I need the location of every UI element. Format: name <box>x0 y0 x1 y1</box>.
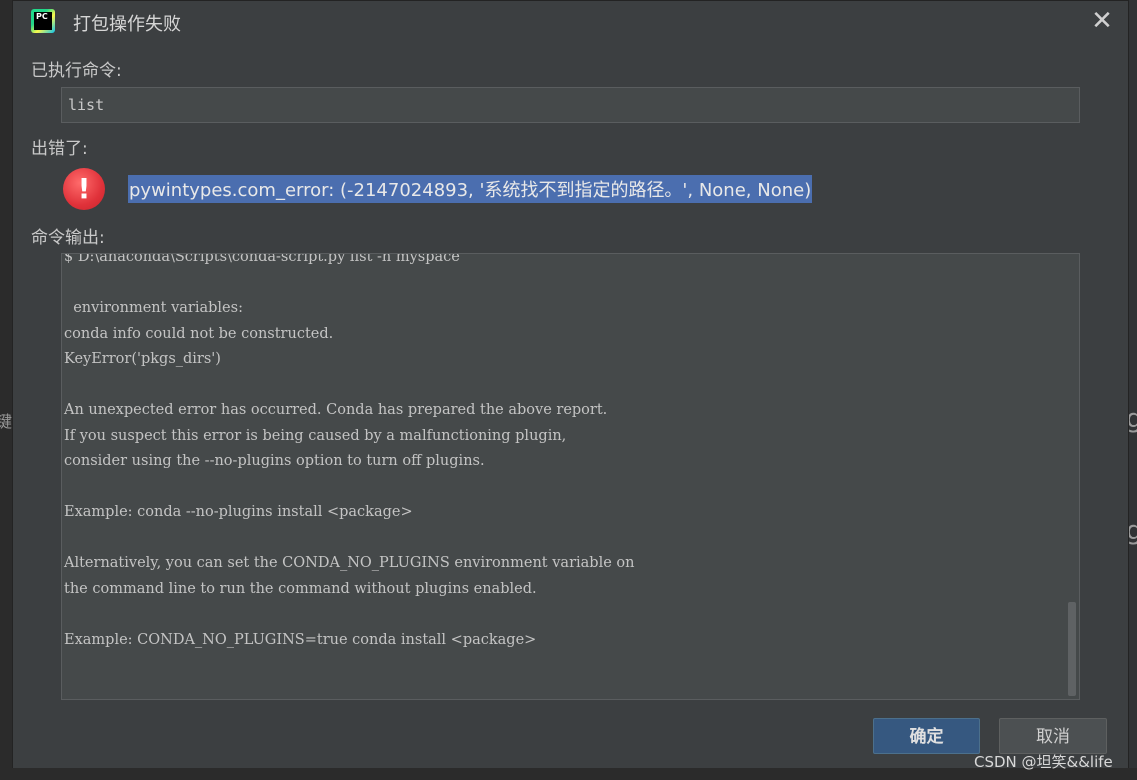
command-output-area[interactable]: $ D:\anaconda\Scripts\conda-script.py li… <box>61 253 1080 700</box>
error-icon: ! <box>63 168 105 210</box>
executed-command-field[interactable]: list <box>61 87 1080 123</box>
output-line: Alternatively, you can set the CONDA_NO_… <box>64 555 635 571</box>
output-scrollbar-thumb[interactable] <box>1068 602 1076 696</box>
cancel-button[interactable]: 取消 <box>999 718 1107 754</box>
error-message[interactable]: pywintypes.com_error: (-2147024893, '系统找… <box>128 175 813 203</box>
output-line: $ D:\anaconda\Scripts\conda-script.py li… <box>64 253 460 265</box>
command-output-label: 命令输出: <box>31 228 105 248</box>
csdn-watermark: CSDN @坦笑&&life <box>974 753 1113 771</box>
executed-command-label: 已执行命令: <box>31 61 122 81</box>
background-bottom-strip <box>0 768 1137 780</box>
pycharm-icon: PC <box>31 9 55 33</box>
background-left-strip <box>0 0 12 780</box>
background-text-fragment: 键 <box>0 412 13 431</box>
output-line: environment variables: <box>64 300 243 316</box>
output-line: the command line to run the command with… <box>64 580 537 597</box>
output-scrollbar[interactable] <box>1065 254 1079 699</box>
output-line: Example: conda --no-plugins install <pac… <box>64 504 413 520</box>
ok-button[interactable]: 确定 <box>873 718 980 754</box>
error-label: 出错了: <box>31 139 88 159</box>
output-line: An unexpected error has occurred. Conda … <box>64 402 608 418</box>
close-icon[interactable]: ✕ <box>1090 8 1114 34</box>
output-line: If you suspect this error is being cause… <box>64 427 567 444</box>
dialog-title: 打包操作失败 <box>73 14 181 35</box>
dialog-titlebar: PC 打包操作失败 ✕ <box>13 1 1128 43</box>
packaging-failed-dialog: PC 打包操作失败 ✕ 已执行命令: list 出错了: ! pywintype… <box>12 0 1129 770</box>
output-line: conda info could not be constructed. <box>64 325 334 342</box>
output-line: consider using the --no-plugins option t… <box>64 453 485 469</box>
pycharm-icon-label: PC <box>34 12 52 30</box>
command-output-text: $ D:\anaconda\Scripts\conda-script.py li… <box>64 253 635 653</box>
output-line: KeyError('pkgs_dirs') <box>64 351 221 367</box>
output-line: Example: CONDA_NO_PLUGINS=true conda ins… <box>64 631 537 648</box>
